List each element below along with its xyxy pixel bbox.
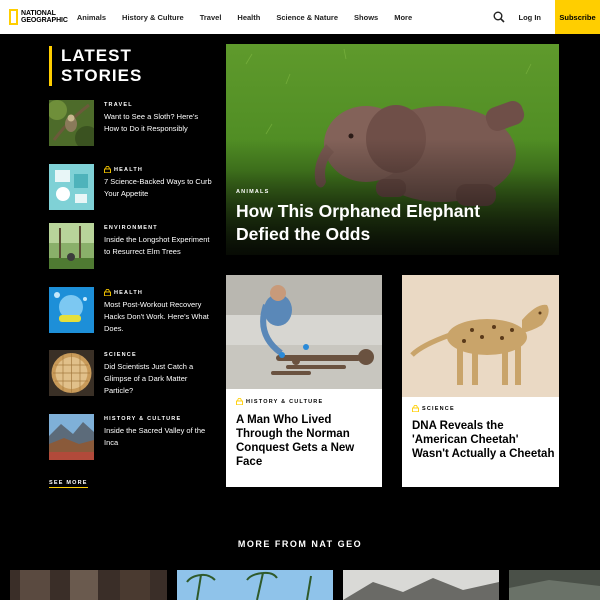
heading-line-1: LATEST: [61, 46, 132, 65]
nav-health[interactable]: Health: [237, 13, 260, 22]
story-category: TRAVEL: [104, 102, 133, 108]
story-title: Want to See a Sloth? Here's How to Do it…: [104, 112, 199, 133]
nav-animals[interactable]: Animals: [77, 13, 106, 22]
lock-icon: [104, 289, 111, 296]
nav-travel[interactable]: Travel: [200, 13, 222, 22]
story-card[interactable]: SCIENCE DNA Reveals the 'American Cheeta…: [402, 275, 559, 487]
more-thumbnail[interactable]: [509, 570, 600, 600]
search-icon[interactable]: [493, 11, 505, 23]
story-item[interactable]: HEALTH 7 Science-Backed Ways to Curb You…: [49, 164, 214, 210]
more-thumbnail[interactable]: [10, 570, 167, 600]
hero-title: How This Orphaned Elephant Defied the Od…: [236, 201, 481, 244]
story-item[interactable]: HEALTH Most Post-Workout Recovery Hacks …: [49, 287, 214, 333]
card-title: A Man Who Lived Through the Norman Conqu…: [236, 414, 355, 468]
lock-icon: [412, 405, 419, 412]
skeleton-image: [226, 275, 382, 389]
hero-category: ANIMALS: [236, 189, 270, 195]
story-category: ENVIRONMENT: [104, 225, 158, 231]
natgeo-logo[interactable]: NATIONAL GEOGRAPHIC: [9, 9, 68, 25]
login-link[interactable]: Log In: [519, 13, 542, 22]
story-category-label: HEALTH: [114, 166, 144, 173]
card-category: HISTORY & CULTURE: [236, 398, 323, 405]
nav-science-nature[interactable]: Science & Nature: [276, 13, 338, 22]
card-category: SCIENCE: [412, 405, 455, 412]
story-item[interactable]: SCIENCE Did Scientists Just Catch a Glim…: [49, 350, 214, 396]
story-item[interactable]: TRAVEL Want to See a Sloth? Here's How t…: [49, 100, 214, 146]
story-title: Inside the Sacred Valley of the Inca: [104, 426, 206, 447]
more-from-natgeo-heading: MORE FROM NAT GEO: [237, 539, 363, 549]
card-category-label: HISTORY & CULTURE: [246, 398, 324, 405]
yellow-frame-icon: [9, 9, 18, 25]
see-more-link[interactable]: SEE MORE: [49, 480, 88, 488]
more-thumbnail[interactable]: [343, 570, 499, 600]
story-card[interactable]: HISTORY & CULTURE A Man Who Lived Throug…: [226, 275, 382, 487]
more-thumbnail[interactable]: [177, 570, 333, 600]
lock-icon: [104, 166, 111, 173]
card-category-label: SCIENCE: [422, 405, 455, 412]
story-thumbnail: [49, 287, 94, 333]
story-thumbnail: [49, 100, 94, 146]
story-category: SCIENCE: [104, 352, 137, 358]
cheetah-image: [402, 275, 559, 397]
nav-history-culture[interactable]: History & Culture: [122, 13, 184, 22]
story-title: Did Scientists Just Catch a Glimpse of a…: [104, 362, 194, 395]
subscribe-button[interactable]: Subscribe: [555, 0, 600, 34]
nav-shows[interactable]: Shows: [354, 13, 378, 22]
logo-text: NATIONAL GEOGRAPHIC: [21, 10, 68, 24]
header-actions: Log In Subscribe: [493, 0, 600, 34]
story-thumbnail: [49, 414, 94, 460]
card-title: DNA Reveals the 'American Cheetah' Wasn'…: [412, 420, 555, 460]
story-title: Inside the Longshot Experiment to Resurr…: [104, 235, 210, 256]
story-category: HEALTH: [104, 166, 214, 173]
heading-line-2: STORIES: [61, 66, 143, 85]
story-thumbnail: [49, 164, 94, 210]
story-item[interactable]: ENVIRONMENT Inside the Longshot Experime…: [49, 223, 214, 269]
site-header: NATIONAL GEOGRAPHIC Animals History & Cul…: [0, 0, 600, 34]
main-nav: Animals History & Culture Travel Health …: [77, 13, 428, 22]
story-category-label: HEALTH: [114, 289, 144, 296]
story-title: Most Post-Workout Recovery Hacks Don't W…: [104, 300, 209, 333]
lock-icon: [236, 398, 243, 405]
story-thumbnail: [49, 223, 94, 269]
story-category: HISTORY & CULTURE: [104, 416, 182, 422]
story-thumbnail: [49, 350, 94, 396]
story-title: 7 Science-Backed Ways to Curb Your Appet…: [104, 177, 212, 198]
story-category: HEALTH: [104, 289, 214, 296]
story-item[interactable]: HISTORY & CULTURE Inside the Sacred Vall…: [49, 414, 214, 460]
hero-story[interactable]: How This Orphaned Elephant Defied the Od…: [226, 44, 559, 255]
latest-stories-heading: LATEST STORIES: [49, 46, 142, 86]
nav-more[interactable]: More: [394, 13, 412, 22]
